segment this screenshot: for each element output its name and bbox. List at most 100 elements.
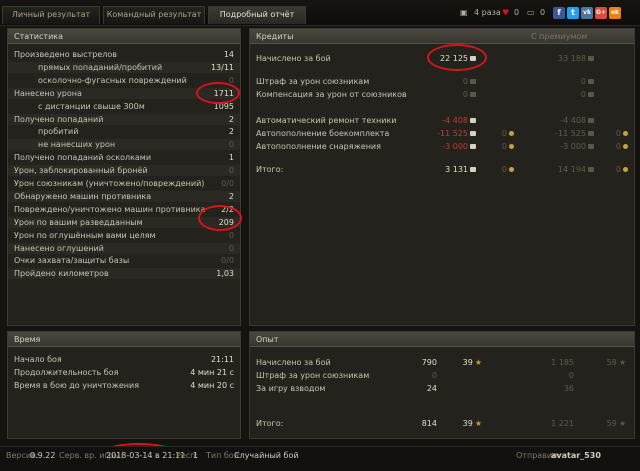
stat-row: Произведено выстрелов 14 (8, 49, 240, 60)
experience-premium-value: 1 185 (551, 358, 574, 367)
experience-value: 790 (421, 358, 437, 367)
silver-coin-icon (588, 167, 594, 172)
top-bar: Личный результат Командный результат Под… (0, 0, 640, 26)
time-label: Продолжительность боя (14, 368, 119, 377)
highlight-circle-credits (427, 44, 487, 71)
free-xp-value: 39 ★ (463, 357, 482, 368)
twitter-icon[interactable]: t (567, 7, 579, 19)
experience-value: 814 (421, 419, 437, 428)
stat-row: Урон по оглушённым вами целям 0 (8, 230, 240, 241)
stat-row: пробитий 2 (8, 126, 240, 137)
stat-label: Урон по оглушённым вами целям (14, 230, 156, 240)
stat-row: Получено попаданий осколками 1 (8, 152, 240, 163)
experience-value: 0 (431, 371, 437, 380)
time-row: Продолжительность боя 4 мин 21 с (8, 367, 240, 378)
credit-value-text: 3 131 (445, 165, 468, 174)
stat-value: 13/11 (210, 62, 234, 72)
gold-coin-icon (623, 131, 628, 136)
star-icon: ★ (474, 419, 482, 428)
credit-value-text: 0 (462, 90, 468, 99)
star-icon: ★ (618, 358, 626, 367)
credits-panel: Кредиты С премиумом Начислено за бой 22 1… (249, 28, 635, 326)
silver-coin-icon (470, 92, 476, 97)
stat-value: 1 (228, 153, 234, 163)
experience-row: За игру взводом 24 36 (250, 383, 634, 394)
likes-count: 0 (514, 8, 520, 17)
experience-value: 24 (426, 384, 437, 393)
gold-value-text: 0 (501, 165, 507, 174)
credit-row: Автопополнение снаряжения -3 000 0 -3 000 0 (250, 141, 634, 152)
gold-coin-icon (509, 131, 514, 136)
credit-premium-text: 33 188 (558, 54, 586, 63)
stat-value: 1,03 (216, 269, 234, 279)
star-icon: ★ (474, 358, 482, 367)
experience-row: Итого: 814 39 ★ 1 221 59 ★ (250, 418, 634, 429)
credit-label: Автопополнение боекомплекта (256, 129, 390, 138)
credit-label: Автопополнение снаряжения (256, 142, 381, 151)
stat-value: 2 (228, 191, 234, 201)
time-value: 4 мин 20 с (190, 381, 234, 390)
server-time-value: 2018-03-14 в 21:11 (106, 451, 186, 460)
heart-icon[interactable]: ♥ (502, 8, 509, 17)
time-row: Начало боя 21:11 (8, 354, 240, 365)
version-value: 0.9.22 (30, 451, 56, 460)
credit-premium-value: -3 000 (560, 141, 594, 152)
silver-coin-icon (588, 79, 594, 84)
silver-coin-icon (470, 131, 476, 136)
vk-icon[interactable]: vk (581, 7, 593, 19)
gold-value: 0 (502, 141, 514, 152)
stat-row: не нанесших урон 0 (8, 139, 240, 150)
gold-coin-icon (623, 167, 628, 172)
views-count: 4 раза (474, 8, 501, 17)
comment-icon[interactable]: ▭ (527, 8, 535, 17)
credit-value-text: -11 525 (437, 129, 468, 138)
silver-coin-icon (470, 79, 476, 84)
free-xp-premium-text: 59 (606, 419, 617, 428)
free-xp-premium-value: 59 ★ (607, 418, 626, 429)
gold-premium-text: 0 (615, 129, 621, 138)
gold-premium-value: 0 (616, 141, 628, 152)
time-panel: Время Начало боя 21:11 Продолжительность б… (7, 331, 241, 439)
silver-coin-icon (470, 144, 476, 149)
credit-value: -4 408 (442, 115, 476, 126)
stat-value: 0 (228, 230, 234, 240)
time-label: Начало боя (14, 355, 62, 364)
tab-personal-result[interactable]: Личный результат (2, 6, 100, 24)
star-icon: ★ (618, 419, 626, 428)
credit-row: Штраф за урон союзникам 0 0 (250, 76, 634, 87)
experience-label: Итого: (256, 419, 284, 428)
camera-icon[interactable]: ▣ (460, 8, 468, 17)
credit-premium-text: -3 000 (560, 142, 586, 151)
stat-label: пробитий (38, 127, 79, 137)
stat-row: Урон, заблокированный бронёй 0 (8, 165, 240, 176)
statistics-panel: Статистика Произведено выстрелов 14 прямых… (7, 28, 241, 326)
odnoklassniki-icon[interactable]: ok (609, 7, 621, 19)
free-xp-premium-text: 58 (606, 358, 617, 367)
credit-value-text: 0 (462, 77, 468, 86)
time-label: Время в бою до уничтожения (14, 381, 140, 390)
credit-premium-text: 0 (580, 90, 586, 99)
tab-detailed-report[interactable]: Подробный отчёт (208, 6, 306, 24)
credit-value: 3 131 (445, 164, 476, 175)
credit-premium-text: 0 (580, 77, 586, 86)
free-xp-value: 39 ★ (463, 418, 482, 429)
credit-row: Итого: 3 131 0 14 194 0 (250, 164, 634, 175)
sender-value[interactable]: avatar_530 (551, 451, 601, 460)
credit-value: 0 (463, 89, 476, 100)
stat-label: прямых попаданий/пробитий (38, 62, 163, 72)
stat-row: Обнаружено машин противника 2 (8, 191, 240, 202)
silver-coin-icon (588, 56, 594, 61)
stat-label: Урон по вашим разведданным (14, 217, 143, 227)
credit-premium-value: 33 188 (558, 53, 594, 64)
gold-value-text: 0 (501, 129, 507, 138)
free-xp-text: 39 (462, 419, 473, 428)
silver-coin-icon (588, 118, 594, 123)
gold-coin-icon (623, 144, 628, 149)
experience-premium-value: 1 221 (551, 419, 574, 428)
google-plus-icon[interactable]: G+ (595, 7, 607, 19)
gold-coin-icon (509, 144, 514, 149)
facebook-icon[interactable]: f (553, 7, 565, 19)
time-value: 21:11 (210, 355, 234, 364)
stat-label: Урон, заблокированный бронёй (14, 166, 148, 176)
tab-team-result[interactable]: Командный результат (103, 6, 205, 24)
